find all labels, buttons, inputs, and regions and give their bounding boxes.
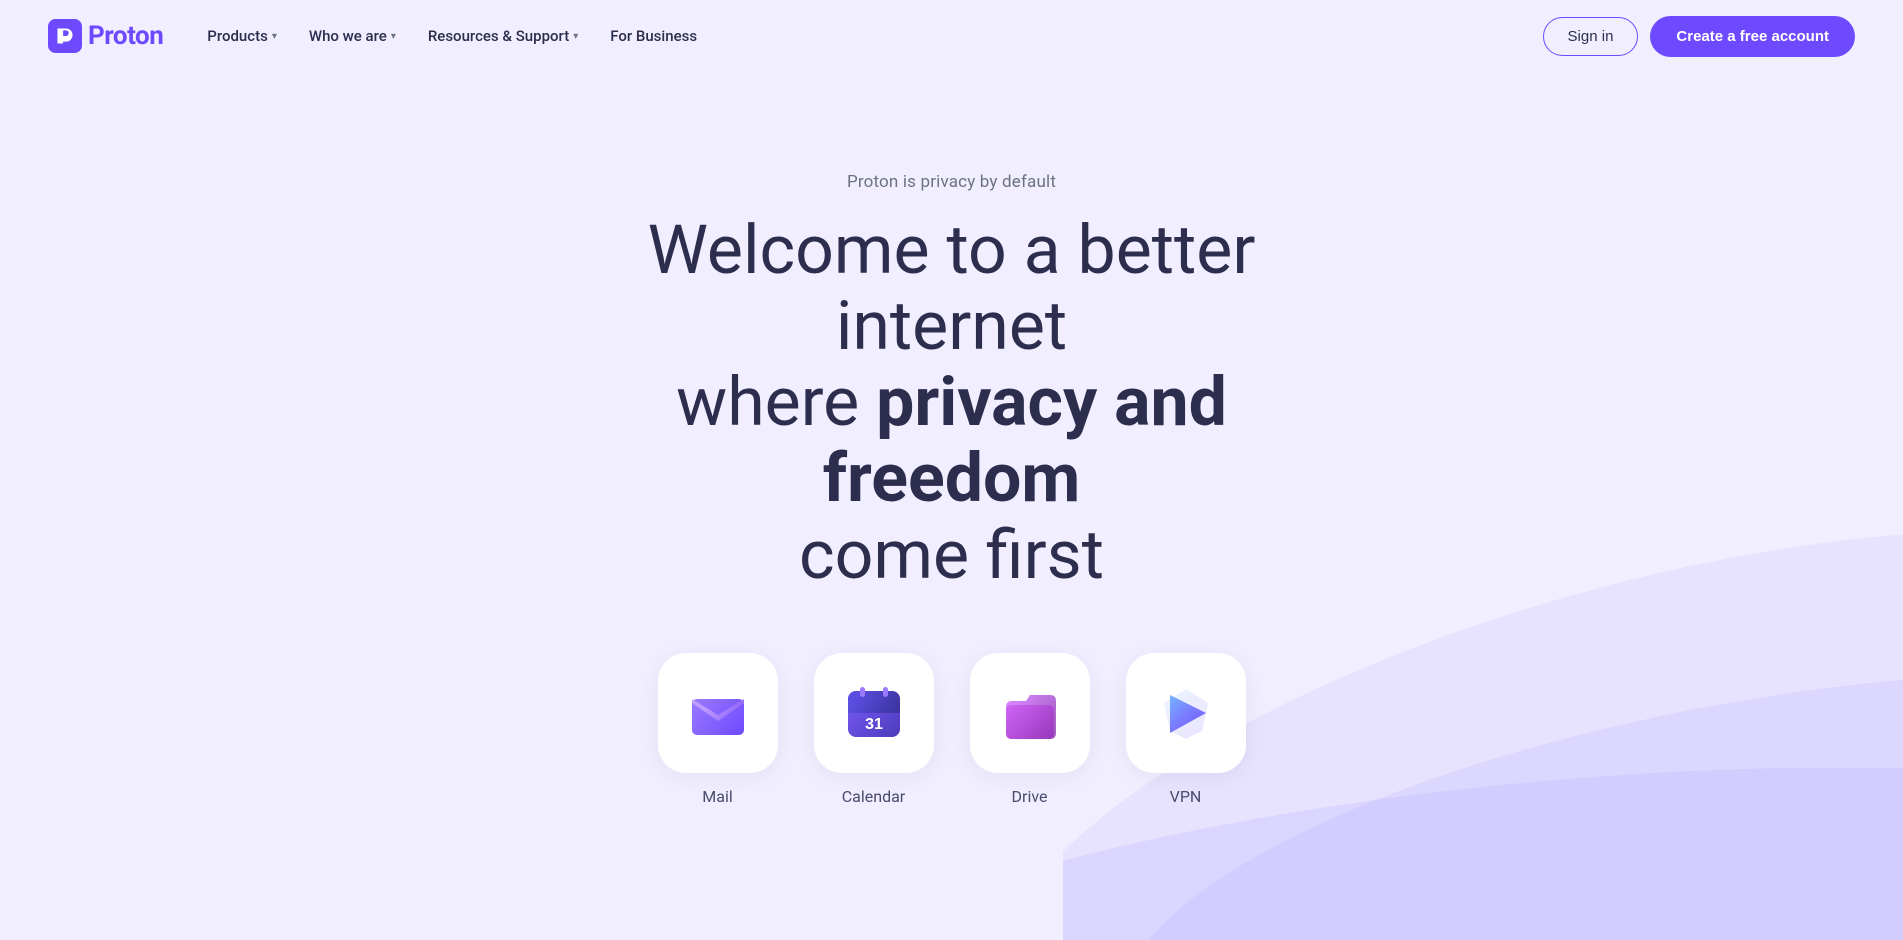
product-mail[interactable]: Mail: [658, 653, 778, 806]
hero-title: Welcome to a better internet where priva…: [572, 212, 1332, 593]
logo[interactable]: Proton: [48, 19, 163, 53]
mail-label: Mail: [702, 787, 732, 806]
drive-icon: [994, 677, 1066, 749]
vpn-label: VPN: [1170, 787, 1202, 806]
nav-links: Products ▾ Who we are ▾ Resources & Supp…: [195, 19, 709, 53]
product-vpn[interactable]: VPN: [1126, 653, 1246, 806]
calendar-icon: 31: [838, 677, 910, 749]
drive-icon-wrapper: [970, 653, 1090, 773]
navbar: Proton Products ▾ Who we are ▾ Resources…: [0, 0, 1903, 72]
calendar-label: Calendar: [842, 787, 905, 806]
product-icons-row: Mail: [658, 653, 1246, 806]
vpn-icon: [1150, 677, 1222, 749]
calendar-icon-wrapper: 31: [814, 653, 934, 773]
nav-left: Proton Products ▾ Who we are ▾ Resources…: [48, 19, 709, 53]
chevron-down-icon: ▾: [573, 31, 578, 42]
nav-products[interactable]: Products ▾: [195, 19, 289, 53]
hero-section: Proton is privacy by default Welcome to …: [0, 72, 1903, 806]
proton-logo-icon: [48, 19, 82, 53]
hero-tagline: Proton is privacy by default: [847, 172, 1056, 192]
signin-button[interactable]: Sign in: [1543, 17, 1639, 56]
mail-icon: [682, 677, 754, 749]
hero-title-line2: where privacy and freedom: [676, 362, 1227, 518]
brand-name: Proton: [88, 21, 163, 51]
product-drive[interactable]: Drive: [970, 653, 1090, 806]
svg-text:31: 31: [865, 716, 883, 733]
create-account-button[interactable]: Create a free account: [1650, 16, 1855, 57]
nav-who-we-are[interactable]: Who we are ▾: [297, 19, 408, 53]
nav-business[interactable]: For Business: [598, 19, 709, 53]
product-calendar[interactable]: 31 Calendar: [814, 653, 934, 806]
chevron-down-icon: ▾: [272, 31, 277, 42]
vpn-icon-wrapper: [1126, 653, 1246, 773]
drive-label: Drive: [1012, 787, 1048, 806]
nav-right: Sign in Create a free account: [1543, 16, 1855, 57]
mail-icon-wrapper: [658, 653, 778, 773]
chevron-down-icon: ▾: [391, 31, 396, 42]
nav-resources[interactable]: Resources & Support ▾: [416, 19, 590, 53]
